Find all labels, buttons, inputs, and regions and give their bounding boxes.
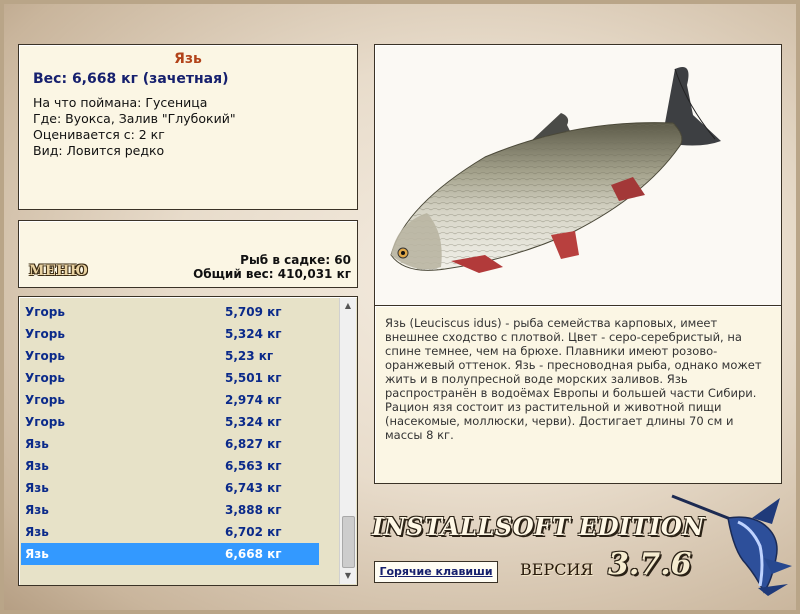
arrow-down-icon[interactable]: ▼: [340, 568, 356, 584]
bait-line: На что поймана: Гусеница: [33, 95, 208, 110]
catch-row-name: Язь: [25, 459, 49, 473]
catch-row-weight: 6,702 кг: [225, 525, 282, 539]
menu-button[interactable]: МЕНЮ: [29, 263, 88, 279]
fish-description: Язь (Leuciscus idus) - рыба семейства ка…: [385, 316, 762, 442]
catch-row-name: Угорь: [25, 393, 65, 407]
fish-count: Рыб в садке: 60: [240, 253, 351, 267]
fish-info-panel: Язь Вес: 6,668 кг (зачетная) На что пойм…: [18, 44, 358, 210]
catch-row-name: Язь: [25, 525, 49, 539]
catch-row-name: Угорь: [25, 327, 65, 341]
fish-details: На что поймана: Гусеница Где: Вуокса, За…: [33, 95, 357, 159]
catch-row[interactable]: Угорь 5,709 кг: [19, 301, 357, 323]
brand-logo-text: INSTALLSOFT EDITION: [372, 512, 705, 541]
fish-name: Язь: [174, 51, 202, 67]
list-scrollbar[interactable]: ▲ ▼: [339, 298, 356, 584]
catch-row-name: Язь: [25, 481, 49, 495]
hotkeys-button[interactable]: Горячие клавиши: [374, 561, 498, 583]
keepnet-stats: Рыб в садке: 60 Общий вес: 410,031 кг: [193, 253, 351, 281]
fish-weight: Вес: 6,668 кг (зачетная): [33, 71, 229, 87]
catch-row-weight: 5,501 кг: [225, 371, 282, 385]
catch-list[interactable]: Угорь 5,709 кг Угорь 5,324 кг Угорь 5,23 кг Уг…: [18, 296, 358, 586]
catch-row-weight: 3,888 кг: [225, 503, 282, 517]
catch-row[interactable]: Угорь 5,501 кг: [19, 367, 357, 389]
catch-row-name: Угорь: [25, 415, 65, 429]
catch-row[interactable]: Язь 6,668 кг: [21, 543, 319, 565]
catch-row-weight: 5,324 кг: [225, 415, 282, 429]
catch-row-name: Язь: [25, 503, 49, 517]
catch-row-weight: 5,23 кг: [225, 349, 274, 363]
catch-row[interactable]: Угорь 2,974 кг: [19, 389, 357, 411]
catch-row[interactable]: Язь 6,743 кг: [19, 477, 357, 499]
catch-row[interactable]: Угорь 5,324 кг: [19, 323, 357, 345]
catch-row-name: Угорь: [25, 349, 65, 363]
location-line: Где: Вуокса, Залив "Глубокий": [33, 111, 236, 126]
catch-row-weight: 5,324 кг: [225, 327, 282, 341]
catch-row-weight: 6,743 кг: [225, 481, 282, 495]
min-weight-line: Оценивается с: 2 кг: [33, 127, 165, 142]
description-panel: Язь (Leuciscus idus) - рыба семейства ка…: [374, 306, 782, 484]
arrow-up-icon[interactable]: ▲: [340, 298, 356, 314]
catch-row[interactable]: Угорь 5,23 кг: [19, 345, 357, 367]
catch-row-weight: 5,709 кг: [225, 305, 282, 319]
catch-row-weight: 6,827 кг: [225, 437, 282, 451]
catch-row-name: Угорь: [25, 371, 65, 385]
keepnet-summary-panel: МЕНЮ Рыб в садке: 60 Общий вес: 410,031 …: [18, 220, 358, 288]
fish-image-panel: [374, 44, 782, 306]
catch-rows: Угорь 5,709 кг Угорь 5,324 кг Угорь 5,23 кг Уг…: [19, 297, 357, 565]
rarity-line: Вид: Ловится редко: [33, 143, 165, 158]
catch-row[interactable]: Язь 6,563 кг: [19, 455, 357, 477]
catch-row-weight: 6,668 кг: [225, 547, 282, 561]
catch-row-name: Язь: [25, 437, 49, 451]
scroll-thumb[interactable]: [342, 516, 355, 568]
catch-row[interactable]: Язь 6,702 кг: [19, 521, 357, 543]
catch-row-name: Язь: [25, 547, 49, 561]
marlin-logo: [671, 494, 792, 596]
catch-row[interactable]: Язь 6,827 кг: [19, 433, 357, 455]
catch-row[interactable]: Язь 3,888 кг: [19, 499, 357, 521]
total-weight: Общий вес: 410,031 кг: [193, 267, 351, 281]
ide-fish-picture: [390, 67, 721, 273]
catch-row-weight: 6,563 кг: [225, 459, 282, 473]
catch-row-weight: 2,974 кг: [225, 393, 282, 407]
version-label: ВЕРСИЯ: [520, 560, 594, 579]
catch-row[interactable]: Угорь 5,324 кг: [19, 411, 357, 433]
catch-row-name: Угорь: [25, 305, 65, 319]
